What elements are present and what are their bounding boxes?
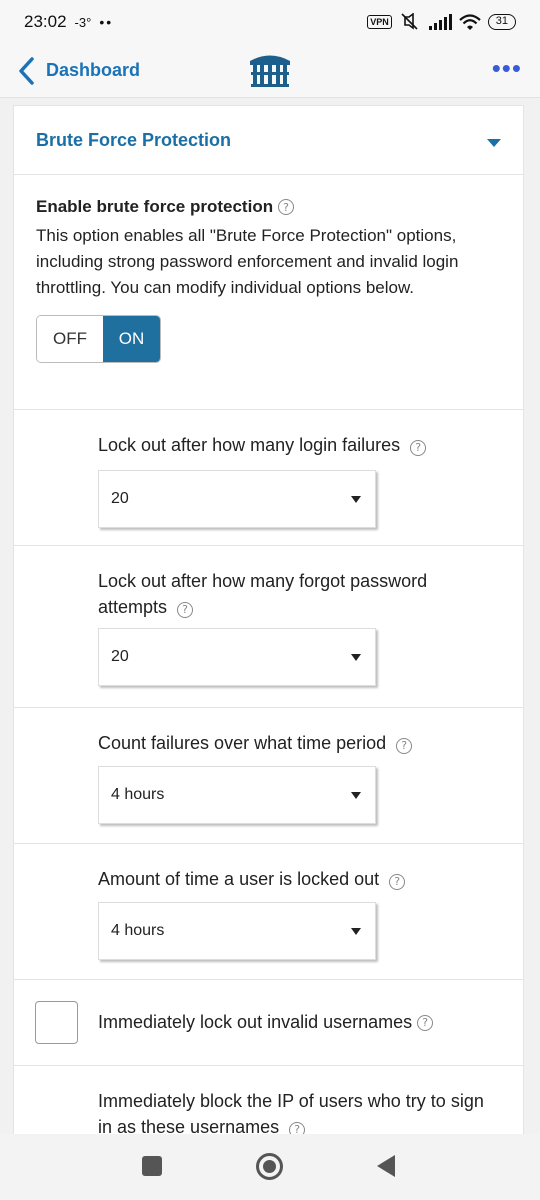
- battery-icon: 31: [487, 14, 516, 30]
- panel-title: Brute Force Protection: [36, 129, 232, 150]
- time-period-label: Count failures over what time period: [98, 733, 387, 753]
- system-nav-bar: [0, 1134, 540, 1200]
- lockout-duration-label: Amount of time a user is locked out: [98, 869, 380, 889]
- field-label-row: Count failures over what time period ?: [98, 730, 493, 756]
- invalid-usernames-checkbox[interactable]: [35, 1001, 78, 1044]
- back-button[interactable]: Dashboard: [0, 44, 140, 97]
- signal-icon: [428, 14, 452, 30]
- login-failures-label: Lock out after how many login failures: [98, 435, 401, 455]
- field-label-row: Lock out after how many login failures ?: [98, 432, 493, 458]
- app-logo: [250, 55, 290, 87]
- status-icons: VPN 31: [367, 13, 516, 31]
- time-period-section: Count failures over what time period ? 4…: [14, 708, 523, 844]
- dropdown-arrow-icon: [351, 928, 361, 935]
- help-icon[interactable]: ?: [289, 1122, 306, 1134]
- dropdown-arrow-icon: [351, 654, 361, 661]
- enable-section: Enable brute force protection ? This opt…: [14, 175, 523, 410]
- lockout-duration-select[interactable]: 4 hours: [98, 902, 376, 960]
- block-ip-section: Immediately block the IP of users who tr…: [14, 1066, 523, 1134]
- enable-description: This option enables all "Brute Force Pro…: [36, 226, 459, 297]
- back-nav-button[interactable]: [377, 1155, 395, 1177]
- toggle-on-button[interactable]: ON: [103, 316, 160, 362]
- caret-down-icon[interactable]: [487, 139, 501, 147]
- content-area[interactable]: Brute Force Protection Enable brute forc…: [0, 99, 540, 1134]
- lockout-duration-section: Amount of time a user is locked out ? 4 …: [14, 844, 523, 980]
- back-label: Dashboard: [46, 60, 141, 80]
- help-icon[interactable]: ?: [278, 199, 295, 215]
- status-bar: 23:02 -3° •• VPN 31: [0, 0, 540, 44]
- chevron-left-icon: [19, 56, 34, 85]
- help-icon[interactable]: ?: [417, 1014, 434, 1031]
- mute-vibrate-icon: [401, 13, 418, 30]
- forgot-password-select[interactable]: 20: [98, 628, 376, 686]
- help-icon[interactable]: ?: [396, 738, 413, 754]
- login-failures-section: Lock out after how many login failures ?…: [14, 410, 523, 546]
- on-off-toggle[interactable]: OFF ON: [36, 315, 161, 363]
- invalid-usernames-section: Immediately lock out invalid usernames ?: [14, 980, 523, 1066]
- dropdown-arrow-icon: [351, 792, 361, 799]
- login-failures-select[interactable]: 20: [98, 470, 376, 528]
- wifi-icon: [459, 13, 481, 30]
- help-icon[interactable]: ?: [389, 874, 406, 890]
- panel-header[interactable]: Brute Force Protection: [14, 106, 523, 175]
- brute-force-panel: Brute Force Protection Enable brute forc…: [13, 105, 524, 1134]
- app-bar: Dashboard •••: [0, 44, 540, 98]
- toggle-off-button[interactable]: OFF: [37, 316, 103, 362]
- more-options-button[interactable]: •••: [492, 55, 522, 81]
- help-icon[interactable]: ?: [410, 440, 427, 456]
- field-label-row: Immediately block the IP of users who tr…: [98, 1088, 493, 1134]
- home-icon: [263, 1160, 276, 1173]
- select-value: 4 hours: [111, 786, 165, 803]
- field-label-row: Lock out after how many forgot password …: [98, 568, 493, 620]
- select-value: 20: [111, 648, 129, 665]
- invalid-usernames-label: Immediately lock out invalid usernames: [98, 1012, 413, 1032]
- forgot-password-section: Lock out after how many forgot password …: [14, 546, 523, 708]
- time-period-select[interactable]: 4 hours: [98, 766, 376, 824]
- select-value: 20: [111, 490, 129, 507]
- recents-button[interactable]: [142, 1156, 162, 1176]
- vpn-icon: VPN: [367, 15, 392, 29]
- enable-title-row: Enable brute force protection ?: [36, 197, 501, 217]
- enable-title: Enable brute force protection: [36, 197, 274, 216]
- home-button[interactable]: [256, 1153, 283, 1180]
- forgot-password-label: Lock out after how many forgot password …: [98, 571, 428, 617]
- status-notification-dots: ••: [99, 14, 114, 30]
- field-label-row: Amount of time a user is locked out ?: [98, 866, 493, 892]
- dropdown-arrow-icon: [351, 496, 361, 503]
- checkbox-label-row: Immediately lock out invalid usernames ?: [98, 1012, 434, 1033]
- status-time: 23:02: [24, 12, 67, 31]
- help-icon[interactable]: ?: [177, 602, 194, 618]
- status-temperature: -3°: [74, 14, 92, 30]
- select-value: 4 hours: [111, 922, 165, 939]
